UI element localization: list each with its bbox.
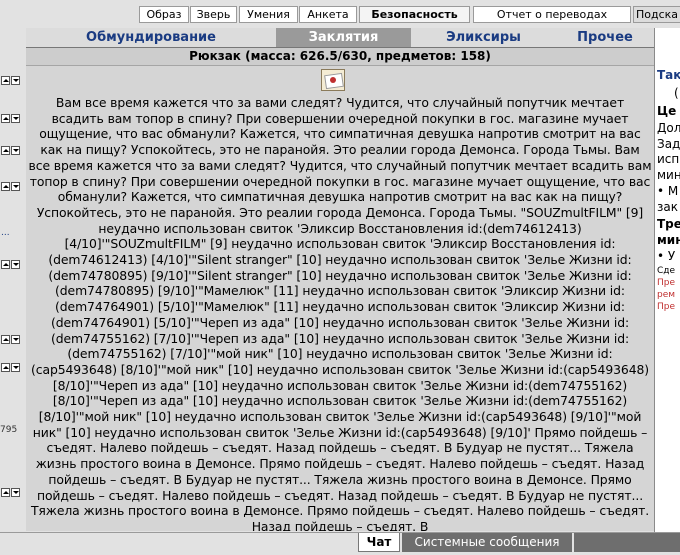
arrow-up-icon[interactable] [1,182,10,191]
right-panel-line: Це [657,104,677,118]
right-panel-line: Сде [657,266,676,276]
arrow-up-icon[interactable] [1,335,10,344]
arrow-up-icon[interactable] [1,146,10,155]
top-nav: Образ Зверь Умения Анкета Безопасность О… [0,0,680,28]
arrow-up-icon[interactable] [1,114,10,123]
arrow-down-icon[interactable] [11,114,20,123]
arrow-down-icon[interactable] [11,335,20,344]
right-panel-line: Так [657,68,680,82]
right-panel-line: Зад [657,137,680,151]
bottom-tabs: Чат Системные сообщения [0,532,680,555]
nav-hints-button[interactable]: Подска [633,6,680,23]
arrow-down-icon[interactable] [11,363,20,372]
arrow-up-icon[interactable] [1,76,10,85]
sort-control[interactable] [1,488,23,498]
tab-chat[interactable]: Чат [358,533,400,552]
tab-prochee[interactable]: Прочее [556,28,654,47]
right-panel-line: Тре [657,217,680,231]
arrow-down-icon[interactable] [11,260,20,269]
arrow-down-icon[interactable] [11,76,20,85]
gutter-fragment: 795 [0,425,18,435]
left-gutter: ... 795 [0,28,26,532]
nav-umeniya-button[interactable]: Умения [239,6,298,23]
right-panel-line: • М [657,184,679,198]
right-panel-link[interactable]: рем [657,290,675,300]
right-panel-line: ( [674,86,679,100]
right-panel-line: зак [657,200,678,214]
arrow-up-icon[interactable] [1,488,10,497]
arrow-down-icon[interactable] [11,146,20,155]
sort-control[interactable] [1,76,23,86]
tab-system-messages[interactable]: Системные сообщения [402,533,572,552]
sort-control[interactable] [1,114,23,124]
sort-control[interactable] [1,182,23,192]
sort-control[interactable] [1,363,23,373]
nav-transfer-report-button[interactable]: Отчет о переводах [473,6,631,23]
backpack-header: Рюкзак (масса: 626.5/630, предметов: 158… [26,48,654,66]
right-panel-link[interactable]: Пре [657,302,675,312]
nav-zver-button[interactable]: Зверь [190,6,237,23]
gutter-fragment: ... [1,228,10,238]
right-panel-line: мин [657,168,680,182]
sort-control[interactable] [1,260,23,270]
nav-anketa-button[interactable]: Анкета [299,6,357,23]
category-tabs: Обмундирование Заклятия Эликсиры Прочее [26,28,654,47]
nav-security-button[interactable]: Безопасность [359,6,470,23]
sort-control[interactable] [1,146,23,156]
scroll-icon[interactable] [321,69,345,91]
right-panel-link[interactable]: Пре [657,278,675,288]
tab-eliksiry[interactable]: Эликсиры [411,28,556,47]
sort-control[interactable] [1,335,23,345]
right-panel-line: • У [657,249,676,263]
right-panel-line: мин [657,233,680,247]
tab-zaklyatiya[interactable]: Заклятия [276,28,411,47]
arrow-up-icon[interactable] [1,260,10,269]
arrow-down-icon[interactable] [11,488,20,497]
arrow-down-icon[interactable] [11,182,20,191]
right-info-panel: Так ( Це Дол Зад исп мин • М зак Тре мин… [655,28,680,532]
right-panel-line: Дол [657,121,680,135]
item-description: Вам все время кажется что за вами следят… [28,95,652,531]
nav-obraz-button[interactable]: Образ [139,6,189,23]
item-panel: Вам все время кажется что за вами следят… [26,66,654,531]
right-panel-line: исп [657,152,680,166]
tab-overflow[interactable] [574,533,680,552]
arrow-up-icon[interactable] [1,363,10,372]
tab-obmundirovanie[interactable]: Обмундирование [26,28,276,47]
